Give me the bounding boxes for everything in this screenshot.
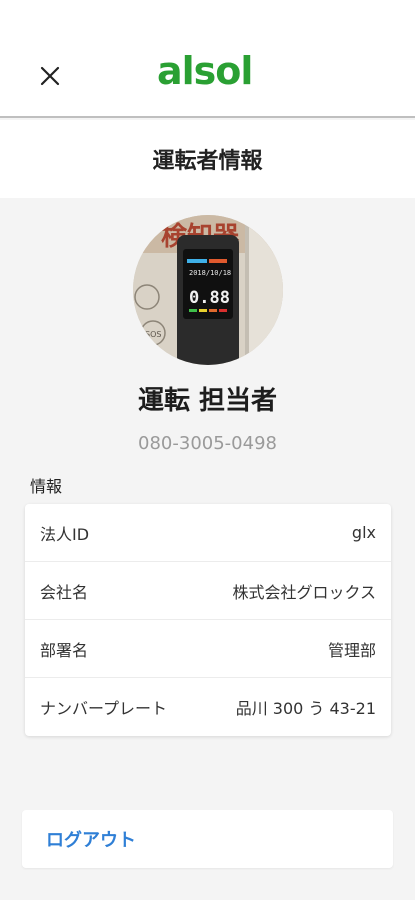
info-section-label: 情報 [30, 477, 63, 496]
info-row-license-plate: ナンバープレート 品川 300 う 43-21 [25, 678, 391, 736]
svg-text:2018/10/18: 2018/10/18 [189, 269, 231, 277]
info-row-corporate-id: 法人ID glx [25, 504, 391, 562]
profile-name: 運転 担当者 [137, 386, 278, 416]
page-title-bar: 運転者情報 [0, 120, 415, 198]
info-row-company-name: 会社名 株式会社グロックス [25, 562, 391, 620]
app-header: alsol [0, 0, 415, 118]
close-icon [40, 66, 60, 86]
page-title: 運転者情報 [152, 149, 263, 174]
logout-button[interactable]: ログアウト [22, 810, 393, 868]
info-label: 会社名 [40, 582, 89, 602]
avatar-device-reading: 0.88 [189, 288, 230, 308]
info-row-department: 部署名 管理部 [25, 620, 391, 678]
info-card: 法人ID glx 会社名 株式会社グロックス 部署名 管理部 ナンバープレート … [25, 504, 391, 736]
info-label: 法人ID [40, 524, 90, 544]
info-label: ナンバープレート [40, 699, 168, 718]
svg-text:SOS: SOS [145, 330, 161, 339]
info-value: glx [351, 523, 376, 542]
profile-phone: 080-3005-0498 [138, 433, 277, 454]
alsol-logo: alsol [157, 49, 253, 93]
avatar: 検知器 SOS 2018/10/18 0.88 [133, 215, 283, 365]
info-value: 株式会社グロックス [232, 582, 376, 602]
breathalyzer-photo: 検知器 SOS 2018/10/18 0.88 [133, 215, 283, 365]
info-value: 品川 300 う 43-21 [235, 699, 376, 718]
logout-label: ログアウト [46, 830, 136, 851]
info-value: 管理部 [327, 640, 376, 660]
info-label: 部署名 [40, 640, 89, 660]
close-button[interactable] [36, 62, 64, 90]
